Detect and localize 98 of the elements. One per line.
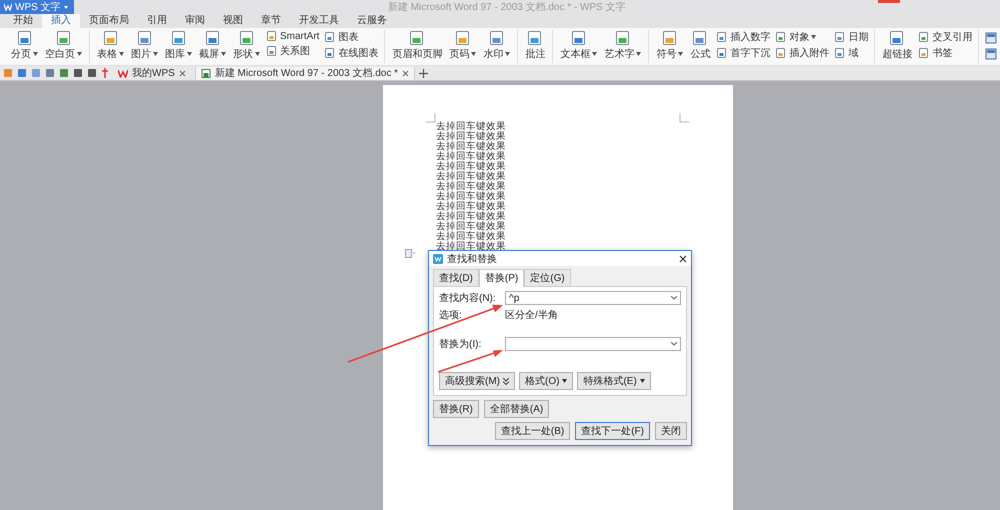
ribbon-button[interactable]: 分页 xyxy=(10,30,39,61)
ribbon-button[interactable]: 符号 xyxy=(655,30,684,61)
app-logo-icon xyxy=(4,3,12,11)
menu-tab[interactable]: 章节 xyxy=(252,14,290,28)
tool-icon xyxy=(918,47,930,59)
ribbon-button[interactable]: 超链接 xyxy=(881,30,914,61)
ribbon-button[interactable]: 公式 xyxy=(689,30,712,61)
tool-icon xyxy=(775,31,788,43)
option-button[interactable]: 格式(O) xyxy=(519,372,574,390)
replace-button[interactable]: 全部替换(A) xyxy=(484,400,550,418)
menu-tab[interactable]: 插入 xyxy=(42,14,80,28)
document-tab[interactable]: 新建 Microsoft Word 97 - 2003 文档.doc * xyxy=(194,66,415,80)
text-line: 去掉回车键效果 xyxy=(436,182,507,192)
ribbon-button[interactable]: 书签 xyxy=(918,46,972,60)
tool-icon xyxy=(716,31,728,43)
field-label: 替换为(I): xyxy=(439,338,482,351)
text-line: 去掉回车键效果 xyxy=(436,212,507,222)
menu-tab[interactable]: 页面布局 xyxy=(80,14,138,28)
double-arrow-icon xyxy=(503,378,509,384)
ribbon-button[interactable]: 空白页 xyxy=(44,30,83,61)
ribbon-button[interactable]: 图库 xyxy=(164,30,193,61)
ribbon-button[interactable]: 页眉和页脚 xyxy=(391,30,444,61)
wps-logo-icon xyxy=(118,68,128,78)
menu-tab[interactable]: 视图 xyxy=(214,14,252,28)
ribbon-button[interactable]: 对象 xyxy=(775,30,830,44)
text-line: 去掉回车键效果 xyxy=(436,152,507,162)
text-line: 去掉回车键效果 xyxy=(436,222,507,232)
margin-corner-mark xyxy=(679,113,689,123)
option-button[interactable]: 特殊格式(E) xyxy=(577,372,651,390)
ribbon-button[interactable]: 关系图 xyxy=(266,44,320,58)
page-side-icon[interactable] xyxy=(405,249,415,258)
menu-tab[interactable]: 开发工具 xyxy=(290,14,348,28)
tool-icon xyxy=(324,47,336,59)
replace-field[interactable] xyxy=(505,337,681,351)
field-label: 查找内容(N): xyxy=(439,292,497,305)
dialog-button[interactable]: 查找下一处(F) xyxy=(575,422,650,440)
ribbon-button[interactable]: 插入附件 xyxy=(775,46,830,60)
add-tab-icon[interactable] xyxy=(419,68,428,78)
ribbon-button[interactable]: 插入数字 xyxy=(716,30,770,44)
caret-icon xyxy=(562,379,568,383)
document-tab[interactable]: 我的WPS xyxy=(113,66,191,80)
text-line: 去掉回车键效果 xyxy=(436,192,507,202)
close-icon[interactable] xyxy=(679,254,687,262)
ribbon-button[interactable]: 在线图表 xyxy=(324,46,378,60)
option-button[interactable]: 高级搜索(M) xyxy=(439,372,515,390)
tool-icon xyxy=(775,47,788,59)
tool-icon xyxy=(918,31,930,43)
document-icon xyxy=(200,68,211,78)
options-label: 选项: xyxy=(439,308,463,322)
text-line: 去掉回车键效果 xyxy=(436,172,507,182)
ribbon-button[interactable]: 表格 xyxy=(96,30,125,61)
dialog-tab[interactable]: 替换(P) xyxy=(478,269,524,287)
tool-icon xyxy=(716,47,728,59)
tool-icon xyxy=(834,31,846,43)
ribbon-button[interactable]: 批注 xyxy=(524,30,546,61)
ribbon-button[interactable]: 日期 xyxy=(834,30,868,44)
text-line: 去掉回车键效果 xyxy=(436,232,507,242)
menu-tab[interactable]: 云服务 xyxy=(348,14,396,28)
caret-icon xyxy=(64,6,68,8)
text-line: 去掉回车键效果 xyxy=(436,142,507,152)
dialog-button[interactable]: 关闭 xyxy=(655,422,687,440)
text-line: 去掉回车键效果 xyxy=(436,122,507,132)
view-icon[interactable] xyxy=(985,32,998,44)
text-line: 去掉回车键效果 xyxy=(436,202,507,212)
app-logo-icon xyxy=(433,254,443,264)
dialog-tab[interactable]: 查找(D) xyxy=(433,269,479,286)
ribbon-button[interactable]: 交叉引用 xyxy=(918,30,972,44)
tool-icon xyxy=(834,47,846,59)
text-line: 去掉回车键效果 xyxy=(436,132,507,142)
margin-corner-mark xyxy=(426,113,436,123)
menu-tab[interactable]: 开始 xyxy=(4,14,42,28)
ribbon-button[interactable]: 艺术字 xyxy=(603,30,642,61)
ribbon-button[interactable]: 形状 xyxy=(232,30,261,61)
ribbon-button[interactable]: 水印 xyxy=(482,30,512,61)
ribbon-button[interactable]: 图表 xyxy=(324,30,378,44)
ribbon-button[interactable]: 域 xyxy=(834,46,868,60)
dialog-tab[interactable]: 定位(G) xyxy=(524,269,571,286)
ribbon-button[interactable]: 页码 xyxy=(448,30,478,61)
options-value: 区分全/半角 xyxy=(505,308,558,322)
window-title: 新建 Microsoft Word 97 - 2003 文档.doc * - WPS 文字 xyxy=(386,0,627,14)
ribbon-button[interactable]: SmartArt xyxy=(266,30,320,42)
tool-icon xyxy=(266,45,278,57)
ribbon-button[interactable]: 文本框 xyxy=(559,30,598,61)
menu-tab[interactable]: 引用 xyxy=(138,14,176,28)
ribbon-button[interactable]: 图片 xyxy=(130,30,159,61)
dialog-button[interactable]: 查找上一处(B) xyxy=(494,422,570,440)
text-line: 去掉回车键效果 xyxy=(436,162,507,172)
text-line: 去掉回车键效果 xyxy=(436,242,507,252)
ribbon-button[interactable]: 首字下沉 xyxy=(716,46,770,60)
menu-tab[interactable]: 审阅 xyxy=(176,14,214,28)
caret-icon xyxy=(640,379,645,383)
tool-icon xyxy=(324,31,336,43)
view-icon[interactable] xyxy=(985,48,998,60)
app-menu-button[interactable]: WPS 文字 xyxy=(0,0,74,14)
find-field[interactable]: ^p xyxy=(505,291,681,305)
dialog-title: 查找和替换 xyxy=(447,252,498,266)
replace-button[interactable]: 替换(R) xyxy=(433,400,479,418)
ribbon-button[interactable]: 截屏 xyxy=(198,30,227,61)
